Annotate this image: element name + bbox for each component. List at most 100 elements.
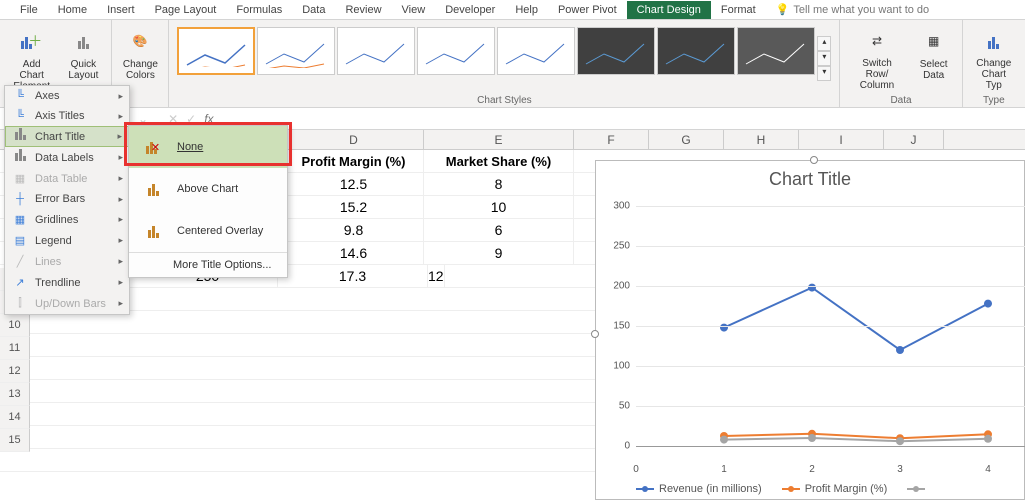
cell-c7[interactable]: 17.3 — [278, 265, 428, 287]
chart-plot-area[interactable] — [636, 206, 1025, 446]
data-table-icon: ▦ — [11, 172, 29, 185]
tab-home[interactable]: Home — [48, 1, 97, 19]
chart-legend[interactable]: Revenue (in millions) Profit Margin (%) — [636, 483, 925, 495]
legend-revenue[interactable]: Revenue (in millions) — [636, 483, 762, 495]
col-header-i[interactable]: I — [799, 130, 884, 149]
col-header-j[interactable]: J — [884, 130, 944, 149]
add-chart-element-menu: ╚Axes▸ ╚Axis Titles▸ Chart Title▸ Data L… — [4, 85, 130, 315]
col-header-e[interactable]: E — [424, 130, 574, 149]
chart-style-2[interactable] — [257, 27, 335, 75]
menu-chart-title[interactable]: Chart Title▸ — [5, 126, 129, 147]
chart-style-5[interactable] — [497, 27, 575, 75]
palette-icon: 🎨 — [124, 25, 156, 57]
row-header-14[interactable]: 14 — [0, 406, 30, 429]
row-header-13[interactable]: 13 — [0, 383, 30, 406]
tab-developer[interactable]: Developer — [435, 1, 505, 19]
chart-style-6[interactable] — [577, 27, 655, 75]
bulb-icon: 💡 — [776, 4, 790, 16]
menu-data-labels[interactable]: Data Labels▸ — [5, 147, 129, 168]
chart-style-8[interactable] — [737, 27, 815, 75]
legend-icon: ▤ — [11, 234, 29, 247]
row-header-11[interactable]: 11 — [0, 337, 30, 360]
menu-lines: ╱Lines▸ — [5, 251, 129, 272]
error-bars-icon: ┼ — [11, 193, 29, 205]
grid-icon: ▦ — [918, 25, 950, 57]
menu-error-bars[interactable]: ┼Error Bars▸ — [5, 189, 129, 209]
row-header-12[interactable]: 12 — [0, 360, 30, 383]
chart-style-1[interactable] — [177, 27, 255, 75]
switch-row-column-button[interactable]: ⇄ Switch Row/Column — [846, 23, 907, 93]
cell-c6[interactable]: 14.6 — [284, 242, 424, 264]
chart-title-submenu: ✕ None Above Chart Centered Overlay More… — [128, 125, 288, 278]
cell-d6[interactable]: 9 — [424, 242, 574, 264]
cell-d3[interactable]: 8 — [424, 173, 574, 195]
lines-icon: ╱ — [11, 255, 29, 268]
updown-icon: ⫿ — [11, 297, 29, 310]
fx-icon: fx — [204, 112, 213, 126]
cell-d5[interactable]: 6 — [424, 219, 574, 241]
tab-data[interactable]: Data — [292, 1, 335, 19]
tab-file[interactable]: File — [10, 1, 48, 19]
tab-view[interactable]: View — [392, 1, 436, 19]
menu-gridlines[interactable]: ▦Gridlines▸ — [5, 209, 129, 230]
submenu-above-chart[interactable]: Above Chart — [129, 168, 287, 210]
chart-resize-handle[interactable] — [810, 156, 818, 164]
gridlines-icon: ▦ — [11, 213, 29, 226]
cell-c3[interactable]: 12.5 — [284, 173, 424, 195]
tab-review[interactable]: Review — [335, 1, 391, 19]
chart-y-axis: 300250200 150100500 — [596, 206, 634, 446]
menu-trendline[interactable]: ↗Trendline▸ — [5, 272, 129, 293]
tab-power-pivot[interactable]: Power Pivot — [548, 1, 627, 19]
menu-data-table: ▦Data Table▸ — [5, 168, 129, 189]
gallery-more[interactable]: ▾ — [817, 66, 831, 81]
cell-d7[interactable]: 12 — [428, 265, 445, 287]
menu-axes[interactable]: ╚Axes▸ — [5, 86, 129, 106]
col-header-f[interactable]: F — [574, 130, 649, 149]
menu-legend[interactable]: ▤Legend▸ — [5, 230, 129, 251]
cell-c2[interactable]: Profit Margin (%) — [284, 150, 424, 172]
row-header-15[interactable]: 15 — [0, 429, 30, 452]
submenu-centered-overlay[interactable]: Centered Overlay — [129, 210, 287, 252]
cell-c5[interactable]: 9.8 — [284, 219, 424, 241]
group-label-data: Data — [840, 95, 961, 106]
tab-chart-design[interactable]: Chart Design — [627, 1, 711, 19]
gallery-up[interactable]: ▴ — [817, 36, 831, 51]
centered-overlay-icon — [139, 219, 167, 243]
chart-title-text[interactable]: Chart Title — [596, 169, 1024, 190]
change-chart-type-button[interactable]: ChangeChart Typ — [969, 23, 1019, 93]
chart-style-4[interactable] — [417, 27, 495, 75]
submenu-none[interactable]: ✕ None — [129, 126, 287, 168]
trendline-icon: ↗ — [11, 276, 29, 289]
above-chart-icon — [139, 177, 167, 201]
embedded-chart[interactable]: Chart Title 300250200 150100500 01234 Re… — [595, 160, 1025, 500]
menu-axis-titles[interactable]: ╚Axis Titles▸ — [5, 106, 129, 126]
group-label-type: Type — [963, 95, 1025, 106]
col-header-h[interactable]: H — [724, 130, 799, 149]
group-label-chart-styles: Chart Styles — [169, 95, 839, 106]
cell-d4[interactable]: 10 — [424, 196, 574, 218]
ribbon: ＋ Add ChartElement QuickLayout 🎨 ChangeC… — [0, 20, 1025, 108]
col-header-d[interactable]: D — [284, 130, 424, 149]
gallery-down[interactable]: ▾ — [817, 51, 831, 66]
row-header-10[interactable]: 10 — [0, 314, 30, 337]
select-data-button[interactable]: ▦ SelectData — [912, 23, 956, 93]
chart-style-3[interactable] — [337, 27, 415, 75]
tab-help[interactable]: Help — [505, 1, 548, 19]
none-icon: ✕ — [139, 135, 167, 159]
data-labels-icon — [11, 151, 29, 164]
tab-insert[interactable]: Insert — [97, 1, 145, 19]
legend-market-share[interactable] — [907, 483, 925, 495]
tab-page-layout[interactable]: Page Layout — [145, 1, 227, 19]
tell-me-search[interactable]: 💡Tell me what you want to do — [766, 0, 939, 19]
change-colors-button[interactable]: 🎨 ChangeColors — [118, 23, 162, 93]
cell-d2[interactable]: Market Share (%) — [424, 150, 574, 172]
switch-icon: ⇄ — [861, 25, 893, 56]
legend-profit-margin[interactable]: Profit Margin (%) — [782, 483, 888, 495]
ribbon-tabs: File Home Insert Page Layout Formulas Da… — [0, 0, 1025, 20]
chart-style-7[interactable] — [657, 27, 735, 75]
submenu-more-options[interactable]: More Title Options... — [129, 252, 287, 277]
cell-c4[interactable]: 15.2 — [284, 196, 424, 218]
tab-formulas[interactable]: Formulas — [226, 1, 292, 19]
tab-format[interactable]: Format — [711, 1, 766, 19]
col-header-g[interactable]: G — [649, 130, 724, 149]
